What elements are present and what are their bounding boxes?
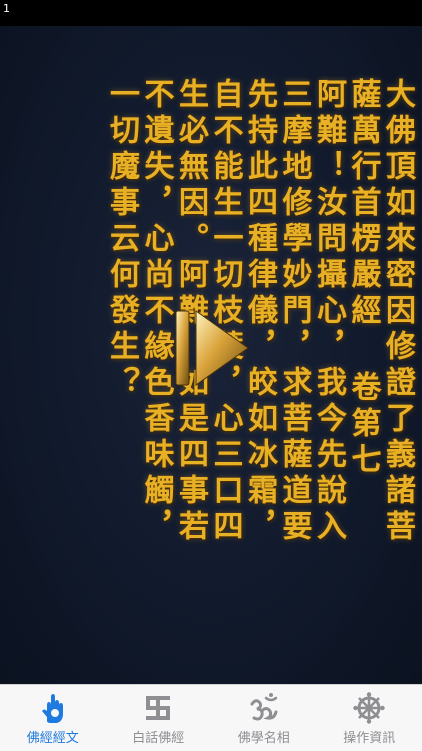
status-indicator: 1 (3, 2, 10, 15)
tab-sutra-text[interactable]: 佛經經文 (0, 685, 106, 751)
swastika-icon (142, 691, 174, 725)
sutra-column: 薩萬行首楞嚴經 卷第七 (345, 78, 380, 678)
sutra-column: 三摩地修學妙門，求菩薩道要 (276, 78, 311, 678)
tab-label: 佛經經文 (27, 727, 79, 746)
tab-vernacular-sutra[interactable]: 白話佛經 (106, 685, 212, 751)
sutra-column: 不遺失，心尚不緣色香味觸， (138, 78, 173, 678)
play-button[interactable] (170, 303, 252, 393)
sutra-column: 一切魔事云何發生？ (104, 78, 139, 678)
play-icon (170, 303, 252, 393)
tab-operation-info[interactable]: 操作資訊 (317, 685, 422, 751)
dharma-wheel-icon (353, 691, 385, 725)
tab-label: 白話佛經 (132, 727, 184, 746)
sutra-column: 阿難！汝問攝心，我今先說入 (311, 78, 346, 678)
tab-bar: 佛經經文 白話佛經 佛學名相 (0, 684, 422, 751)
hand-icon (37, 691, 69, 725)
tab-label: 操作資訊 (343, 727, 395, 746)
om-icon (248, 691, 280, 725)
tab-label: 佛學名相 (238, 727, 290, 746)
sutra-column: 大佛頂如來密因修證了義諸菩 (380, 78, 415, 678)
tab-buddhist-terms[interactable]: 佛學名相 (211, 685, 317, 751)
